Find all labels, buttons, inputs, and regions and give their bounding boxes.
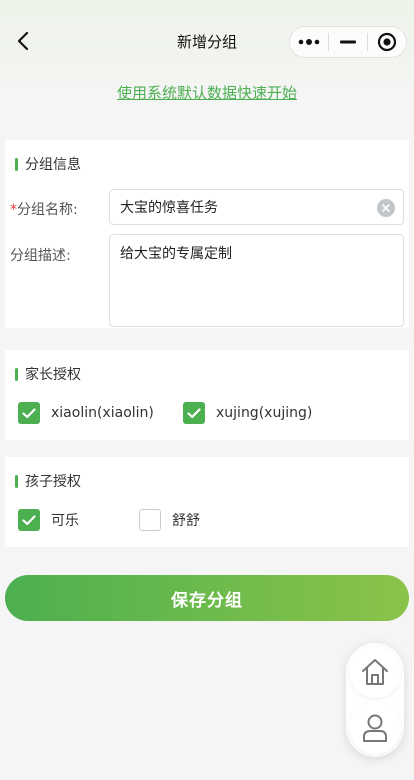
section-title-text: 孩子授权	[25, 474, 81, 490]
checkbox-label: 可乐	[51, 513, 79, 529]
section-title: 分组信息	[15, 154, 81, 174]
check-icon	[22, 514, 36, 525]
section-title: 孩子授权	[15, 471, 81, 491]
group-desc-textarea[interactable]: 给大宝的专属定制	[109, 234, 404, 327]
child-checkbox-shushu[interactable]: 舒舒	[139, 509, 200, 531]
section-accent-bar	[15, 474, 18, 488]
minimize-button[interactable]	[329, 27, 367, 57]
child-checkbox-kele[interactable]: 可乐	[18, 509, 79, 531]
checkbox-checked[interactable]	[183, 402, 205, 424]
more-dots-icon	[298, 39, 320, 45]
floating-panel	[346, 643, 404, 757]
section-accent-bar	[15, 367, 18, 381]
parent-auth-card: 家长授权 xiaolin(xiaolin) xujing(xujing)	[5, 350, 409, 440]
quickstart-link[interactable]: 使用系统默认数据快速开始	[0, 82, 414, 103]
checkbox-checked[interactable]	[18, 402, 40, 424]
check-icon	[187, 407, 201, 418]
home-icon	[362, 659, 388, 685]
navigation-bar: 新增分组	[0, 0, 414, 84]
section-accent-bar	[15, 157, 18, 171]
group-desc-value: 给大宝的专属定制	[120, 246, 232, 262]
close-icon	[382, 204, 390, 212]
section-title-text: 家长授权	[25, 367, 81, 383]
child-auth-card: 孩子授权 可乐 舒舒	[5, 457, 409, 547]
checkbox-label: 舒舒	[172, 513, 200, 529]
checkbox-label: xujing(xujing)	[216, 405, 313, 421]
check-icon	[22, 407, 36, 418]
user-icon	[363, 714, 387, 742]
section-title: 家长授权	[15, 364, 81, 384]
parent-checkbox-xiaolin[interactable]: xiaolin(xiaolin)	[18, 402, 154, 424]
close-miniprogram-button[interactable]	[368, 27, 406, 57]
more-button[interactable]	[290, 27, 328, 57]
profile-button[interactable]	[349, 702, 401, 754]
home-button[interactable]	[349, 646, 401, 698]
group-desc-label: 分组描述:	[10, 248, 71, 264]
clear-input-button[interactable]	[377, 199, 395, 217]
record-target-icon	[377, 32, 397, 52]
section-title-text: 分组信息	[25, 157, 81, 173]
save-group-button[interactable]: 保存分组	[5, 575, 409, 621]
checkbox-label: xiaolin(xiaolin)	[51, 405, 154, 421]
checkbox-unchecked[interactable]	[139, 509, 161, 531]
group-info-card: 分组信息 *分组名称: 大宝的惊喜任务 分组描述: 给大宝的专属定制	[5, 140, 409, 328]
checkbox-checked[interactable]	[18, 509, 40, 531]
parent-checkbox-xujing[interactable]: xujing(xujing)	[183, 402, 312, 424]
minimize-icon	[340, 40, 356, 44]
mini-program-capsule	[289, 26, 407, 58]
group-name-value: 大宝的惊喜任务	[120, 200, 218, 216]
group-name-input[interactable]: 大宝的惊喜任务	[109, 189, 404, 225]
required-mark: *	[10, 202, 17, 218]
group-name-label-text: 分组名称:	[17, 202, 78, 218]
group-name-label: *分组名称:	[10, 199, 78, 219]
